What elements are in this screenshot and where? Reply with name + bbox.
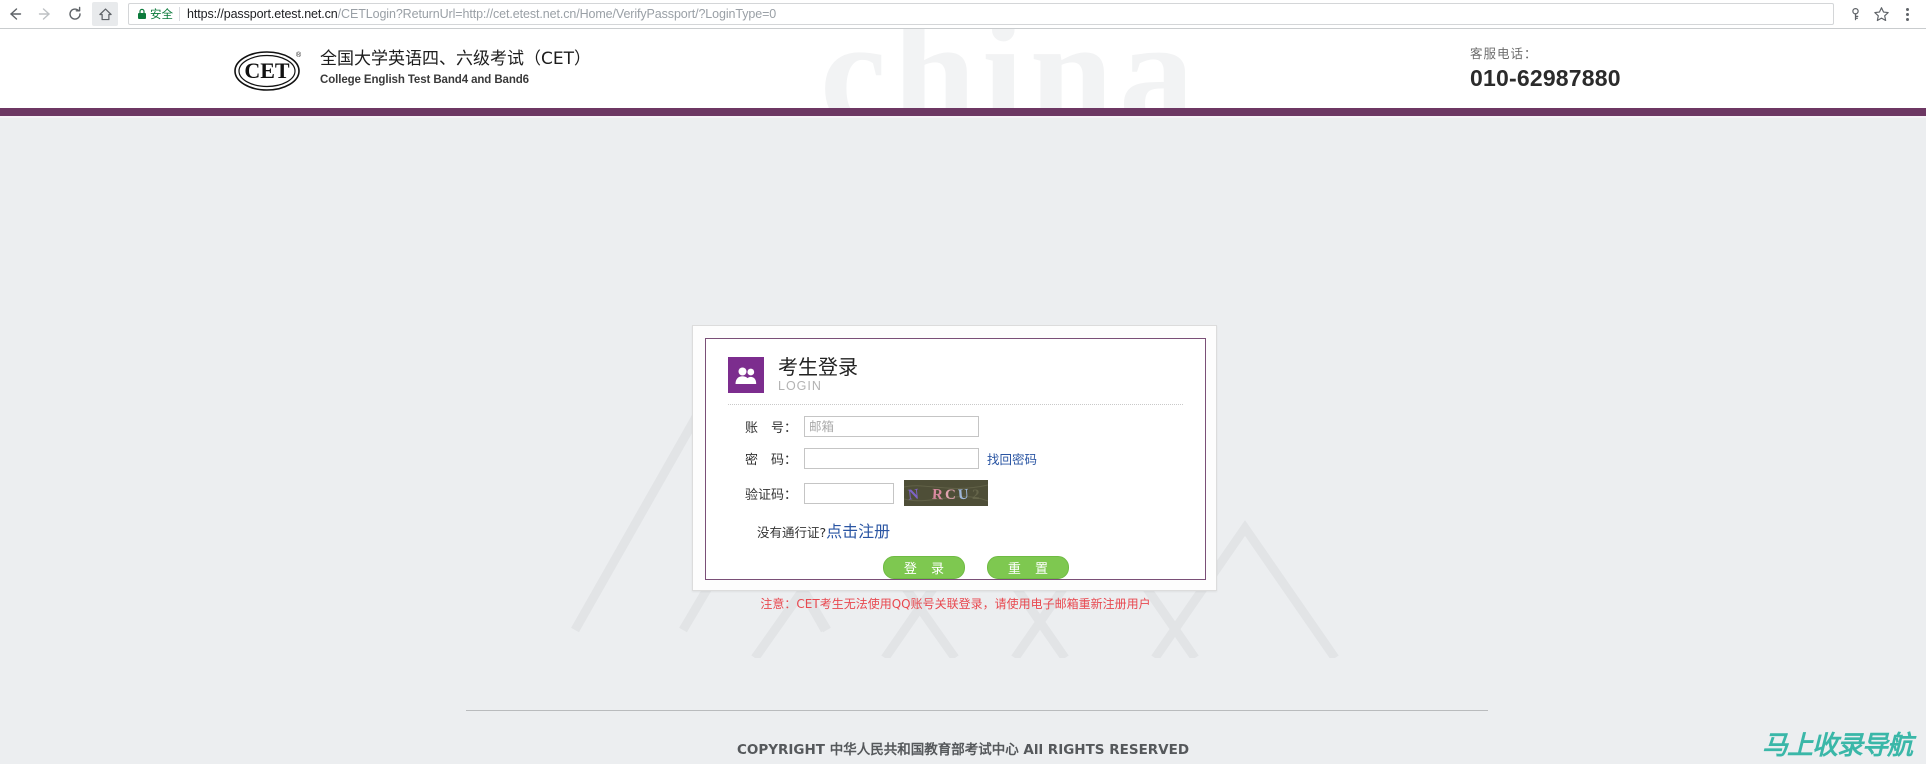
home-icon[interactable] (92, 2, 118, 26)
register-link[interactable]: 点击注册 (826, 524, 890, 541)
svg-text:®: ® (296, 51, 302, 59)
captcha-image[interactable]: N R C U 2 (904, 480, 988, 506)
password-label: 密 码： (744, 453, 797, 468)
svg-text:2: 2 (972, 487, 980, 503)
find-password-link[interactable]: 找回密码 (987, 449, 1037, 468)
content-area: 考生登录 LOGIN 账 号： 密 码： 找回密码 (0, 118, 1926, 764)
register-prompt: 没有通行证? (757, 525, 827, 540)
login-submit-button[interactable]: 登 录 (883, 556, 965, 579)
login-card: 考生登录 LOGIN 账 号： 密 码： 找回密码 (692, 325, 1217, 611)
account-input[interactable] (804, 416, 979, 437)
back-arrow-icon[interactable] (0, 0, 30, 28)
captcha-input[interactable] (804, 482, 894, 504)
login-panel: 考生登录 LOGIN 账 号： 密 码： 找回密码 (705, 338, 1206, 611)
cet-logo-icon: CET ® (234, 51, 302, 91)
footer-divider (466, 710, 1488, 711)
reload-icon[interactable] (60, 0, 90, 28)
users-icon (728, 357, 764, 393)
omnibox-divider (179, 7, 180, 21)
login-notice: 注意：CET考生无法使用QQ账号关联登录，请使用电子邮箱重新注册用户 (760, 597, 1151, 611)
url-path: /CETLogin?ReturnUrl=http://cet.etest.net… (337, 7, 777, 21)
browser-toolbar: 安全 https://passport.etest.net.cn/CETLogi… (0, 0, 1926, 29)
customer-service-block: 客服电话： 010-62987880 (1470, 43, 1621, 92)
customer-service-label: 客服电话： (1470, 47, 1538, 61)
register-row: 没有通行证?点击注册 (728, 518, 1183, 542)
password-row: 密 码： 找回密码 (728, 448, 1183, 469)
divider (728, 404, 1183, 405)
login-actions: 登 录 重 置 (728, 556, 1183, 579)
login-subtitle: LOGIN (778, 379, 822, 393)
svg-text:CET: CET (244, 58, 290, 83)
page-footer: COPYRIGHT 中华人民共和国教育部考试中心 All RIGHTS RESE… (0, 738, 1926, 764)
site-header: china CET ® 全国大学英语四、六级考试（CET） College En… (0, 29, 1926, 108)
login-header: 考生登录 LOGIN (728, 357, 1183, 393)
svg-text:R: R (931, 487, 943, 504)
address-bar[interactable]: 安全 https://passport.etest.net.cn/CETLogi… (128, 3, 1834, 25)
svg-text:C: C (945, 487, 956, 503)
star-bookmark-icon[interactable] (1868, 1, 1894, 27)
security-indicator[interactable]: 安全 (133, 6, 179, 22)
captcha-label: 验证码： (744, 487, 797, 503)
captcha-row: 验证码： N R C U 2 (728, 480, 1183, 506)
customer-service-phone: 010-62987880 (1470, 65, 1621, 91)
forward-arrow-icon[interactable] (30, 0, 60, 28)
svg-text:N: N (907, 487, 920, 504)
page-body: china CET ® 全国大学英语四、六级考试（CET） College En… (0, 29, 1926, 764)
brand-title-en: College English Test Band4 and Band6 (320, 73, 529, 86)
svg-text:U: U (957, 487, 969, 504)
site-brand: CET ® 全国大学英语四、六级考试（CET） College English … (230, 44, 591, 94)
site-watermark: 马上收录导航 (1761, 731, 1913, 761)
url-host: https://passport.etest.net.cn (187, 7, 338, 21)
key-icon[interactable] (1842, 1, 1868, 27)
login-card-frame: 考生登录 LOGIN 账 号： 密 码： 找回密码 (692, 325, 1217, 611)
account-label: 账 号： (744, 421, 797, 436)
reset-button[interactable]: 重 置 (987, 556, 1069, 579)
three-dot-menu-icon[interactable] (1894, 1, 1920, 27)
security-label: 安全 (150, 9, 173, 21)
accent-divider-bar (0, 108, 1926, 116)
account-row: 账 号： (728, 416, 1183, 437)
brand-title-cn: 全国大学英语四、六级考试（CET） (320, 49, 591, 70)
copyright-text: COPYRIGHT 中华人民共和国教育部考试中心 All RIGHTS RESE… (736, 742, 1190, 758)
url-text: https://passport.etest.net.cn/CETLogin?R… (187, 7, 776, 21)
lock-icon (137, 8, 147, 20)
login-title: 考生登录 (778, 355, 858, 379)
password-input[interactable] (804, 448, 979, 469)
